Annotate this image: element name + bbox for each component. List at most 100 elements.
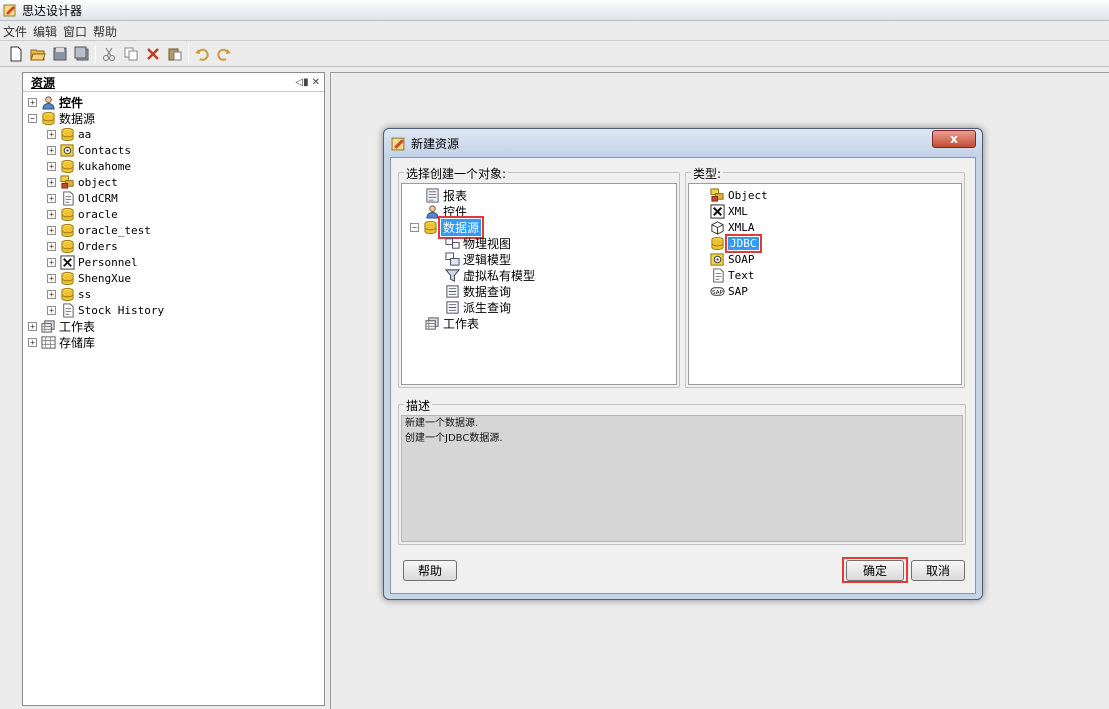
expand-toggle[interactable]: + [47, 209, 56, 219]
tree-item[interactable]: + 控件 [23, 94, 324, 110]
tree-item[interactable]: + Orders [23, 238, 324, 254]
resource-panel: 资源 ◁▮ ✕ + 控件 − 数据源 + aa + Contacts + kukahome + obj… [22, 72, 325, 706]
toolbar-separator [188, 45, 189, 63]
redo-icon[interactable] [213, 43, 235, 65]
object-tree-item[interactable]: 控件 [402, 203, 676, 219]
controls-icon [424, 203, 440, 219]
type-item-sap[interactable]: SAP SAP [689, 283, 961, 299]
database-icon [40, 110, 56, 126]
menu-edit[interactable]: 编辑 [30, 23, 60, 40]
tree-item[interactable]: − 数据源 [23, 110, 324, 126]
menu-help[interactable]: 帮助 [90, 23, 120, 40]
paste-icon[interactable] [164, 43, 186, 65]
type-item-xmla[interactable]: XMLA [689, 219, 961, 235]
expand-toggle[interactable]: + [28, 97, 37, 107]
tree-item[interactable]: + oracle [23, 206, 324, 222]
resource-tree: + 控件 − 数据源 + aa + Contacts + kukahome + object + OldC… [23, 92, 324, 350]
worksheet-icon [40, 318, 56, 334]
tree-item[interactable]: + OldCRM [23, 190, 324, 206]
soap-icon [709, 251, 725, 267]
collapse-toggle[interactable]: − [28, 113, 37, 123]
expand-toggle[interactable]: + [47, 193, 56, 203]
tree-item[interactable]: + ss [23, 286, 324, 302]
tree-item[interactable]: + aa [23, 126, 324, 142]
tree-item[interactable]: + Contacts [23, 142, 324, 158]
expand-toggle[interactable]: + [47, 305, 56, 315]
object-tree-item[interactable]: 逻辑模型 [402, 251, 676, 267]
object-tree-item[interactable]: 虚拟私有模型 [402, 267, 676, 283]
copy-icon[interactable] [120, 43, 142, 65]
type-item-xml[interactable]: XML [689, 203, 961, 219]
tree-item-label: ShengXue [78, 271, 131, 285]
type-item-object[interactable]: Object [689, 187, 961, 203]
menu-file[interactable]: 文件 [0, 23, 30, 40]
tree-item[interactable]: + ShengXue [23, 270, 324, 286]
close-icon[interactable]: ✕ [312, 77, 320, 88]
type-item-label: XMLA [728, 220, 755, 234]
report-icon [424, 187, 440, 203]
database-icon [59, 238, 75, 254]
expand-toggle[interactable]: + [28, 337, 37, 347]
cancel-button[interactable]: 取消 [911, 560, 965, 581]
object-tree-item[interactable]: 物理视图 [402, 235, 676, 251]
tree-item-label: Contacts [78, 143, 131, 157]
object-tree-item[interactable]: 数据查询 [402, 283, 676, 299]
expand-toggle[interactable]: + [47, 145, 56, 155]
object-icon [59, 174, 75, 190]
object-tree-item[interactable]: − 数据源 [402, 215, 676, 239]
database-icon [59, 206, 75, 222]
query-icon [444, 283, 460, 299]
object-tree-item[interactable]: 派生查询 [402, 299, 676, 315]
resource-panel-title: 资源 [31, 75, 56, 90]
object-tree-item[interactable]: 工作表 [402, 315, 676, 331]
menu-bar: 文件 编辑 窗口 帮助 [0, 22, 1109, 41]
tree-item[interactable]: + 工作表 [23, 318, 324, 334]
tree-item[interactable]: + Stock History [23, 302, 324, 318]
cube-icon [709, 219, 725, 235]
title-bar: 思达设计器 [0, 0, 1109, 21]
type-item-soap[interactable]: SOAP [689, 251, 961, 267]
soap-icon [59, 142, 75, 158]
expand-toggle[interactable]: + [47, 289, 56, 299]
expand-toggle[interactable]: + [47, 257, 56, 267]
collapse-toggle[interactable]: − [410, 222, 419, 232]
ok-button[interactable]: 确定 [846, 560, 904, 581]
object-group: 选择创建一个对象: 报表 控件 − 数据源 物理视图 逻辑模型 虚拟私有模型 数据查询 派生查询… [398, 165, 680, 388]
menu-window[interactable]: 窗口 [60, 23, 90, 40]
save-icon[interactable] [49, 43, 71, 65]
type-item-label: SOAP [728, 252, 755, 266]
pin-icon[interactable]: ◁▮ [295, 77, 308, 88]
expand-toggle[interactable]: + [47, 129, 56, 139]
expand-toggle[interactable]: + [47, 225, 56, 235]
expand-toggle[interactable]: + [28, 321, 37, 331]
help-button[interactable]: 帮助 [403, 560, 457, 581]
expand-toggle[interactable]: + [47, 177, 56, 187]
object-tree-item-label: 逻辑模型 [463, 252, 512, 267]
type-group-label: 类型: [691, 165, 724, 182]
database-icon [59, 222, 75, 238]
delete-icon[interactable] [142, 43, 164, 65]
type-item-text[interactable]: Text [689, 267, 961, 283]
cut-icon[interactable] [98, 43, 120, 65]
open-folder-icon[interactable] [27, 43, 49, 65]
save-all-icon[interactable] [71, 43, 93, 65]
expand-toggle[interactable]: + [47, 161, 56, 171]
database-icon [422, 219, 438, 235]
expand-toggle[interactable]: + [47, 241, 56, 251]
dialog-close-button[interactable]: x [932, 130, 976, 148]
controls-icon [40, 94, 56, 110]
database-icon [59, 158, 75, 174]
undo-icon[interactable] [191, 43, 213, 65]
expand-toggle[interactable]: + [47, 273, 56, 283]
tree-item-label: 工作表 [59, 319, 96, 334]
type-item-jdbc[interactable]: JDBC [689, 233, 961, 253]
description-line: 创建一个JDBC数据源. [405, 433, 503, 444]
tree-item[interactable]: + Personnel [23, 254, 324, 270]
tree-item[interactable]: + kukahome [23, 158, 324, 174]
tree-item[interactable]: + object [23, 174, 324, 190]
tree-item-label: Personnel [78, 255, 138, 269]
tree-item[interactable]: + 存储库 [23, 334, 324, 350]
tree-item[interactable]: + oracle_test [23, 222, 324, 238]
new-file-icon[interactable] [5, 43, 27, 65]
object-tree-item[interactable]: 报表 [402, 187, 676, 203]
